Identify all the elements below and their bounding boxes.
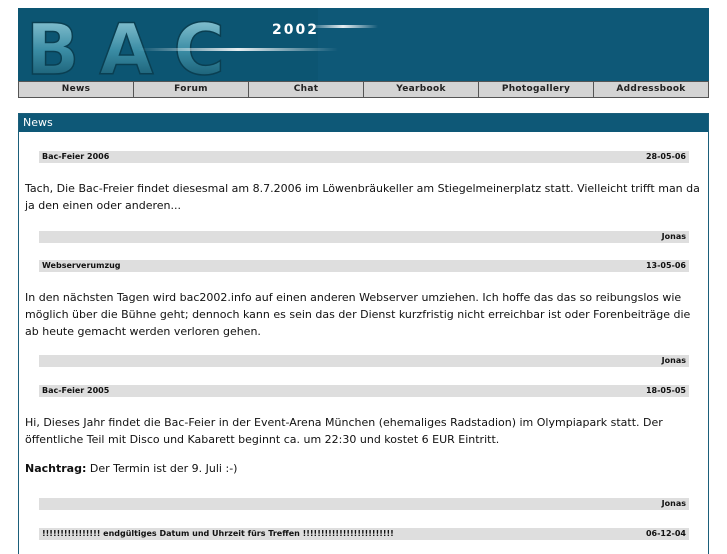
nav-photogallery[interactable]: Photogallery [478, 82, 593, 97]
news-post: Bac-Feier 2006 28-05-06 [39, 151, 689, 163]
post-text: Hi, Dieses Jahr findet die Bac-Feier in … [25, 416, 663, 446]
post-title-bar: Bac-Feier 2005 18-05-05 [39, 385, 689, 397]
nav-yearbook[interactable]: Yearbook [363, 82, 478, 97]
nav-forum[interactable]: Forum [133, 82, 248, 97]
post-title: Bac-Feier 2005 [42, 386, 110, 395]
post-footer-bar: Jonas [39, 355, 689, 367]
year-text: 2002 [272, 22, 319, 38]
addendum-text: Der Termin ist der 9. Juli :-) [86, 462, 238, 475]
nav-addressbook[interactable]: Addressbook [593, 82, 709, 97]
post-text: Tach, Die Bac-Freier findet diesesmal am… [25, 182, 700, 212]
news-post: Bac-Feier 2005 18-05-05 [39, 385, 689, 397]
site-banner: BAC 2002 [18, 8, 709, 81]
nav-news[interactable]: News [18, 82, 133, 97]
post-body: In den nächsten Tagen wird bac2002.info … [25, 289, 705, 340]
news-post: !!!!!!!!!!!!!!!! endgültiges Datum und U… [39, 528, 689, 540]
news-post: Webserverumzug 13-05-06 [39, 260, 689, 272]
news-panel-title: News [19, 114, 708, 132]
nav-chat[interactable]: Chat [248, 82, 363, 97]
post-title-bar: !!!!!!!!!!!!!!!! endgültiges Datum und U… [39, 528, 689, 540]
post-title-bar: Bac-Feier 2006 28-05-06 [39, 151, 689, 163]
bac-logo: BAC 2002 [18, 8, 378, 81]
post-title: Webserverumzug [42, 261, 121, 270]
post-date: 18-05-05 [645, 386, 686, 395]
post-author: Jonas [661, 499, 686, 508]
post-title-bar: Webserverumzug 13-05-06 [39, 260, 689, 272]
post-footer-bar: Jonas [39, 231, 689, 243]
post-date: 06-12-04 [645, 529, 686, 538]
post-footer-bar: Jonas [39, 498, 689, 510]
news-panel: News Bac-Feier 2006 28-05-06 Tach, Die B… [18, 113, 709, 554]
logo-text: BAC [26, 9, 245, 81]
addendum-label: Nachtrag: [25, 462, 87, 475]
post-body: Tach, Die Bac-Freier findet diesesmal am… [25, 180, 705, 214]
post-author: Jonas [661, 232, 686, 241]
post-text: In den nächsten Tagen wird bac2002.info … [25, 291, 691, 338]
post-body: Hi, Dieses Jahr findet die Bac-Feier in … [25, 414, 705, 477]
post-addendum: Nachtrag: Der Termin ist der 9. Juli :-) [25, 460, 705, 477]
post-date: 28-05-06 [645, 152, 686, 161]
post-author: Jonas [661, 356, 686, 365]
main-nav: News Forum Chat Yearbook Photogallery Ad… [18, 81, 709, 98]
post-title: Bac-Feier 2006 [42, 152, 110, 161]
post-date: 13-05-06 [645, 261, 686, 270]
post-title: !!!!!!!!!!!!!!!! endgültiges Datum und U… [42, 529, 394, 538]
